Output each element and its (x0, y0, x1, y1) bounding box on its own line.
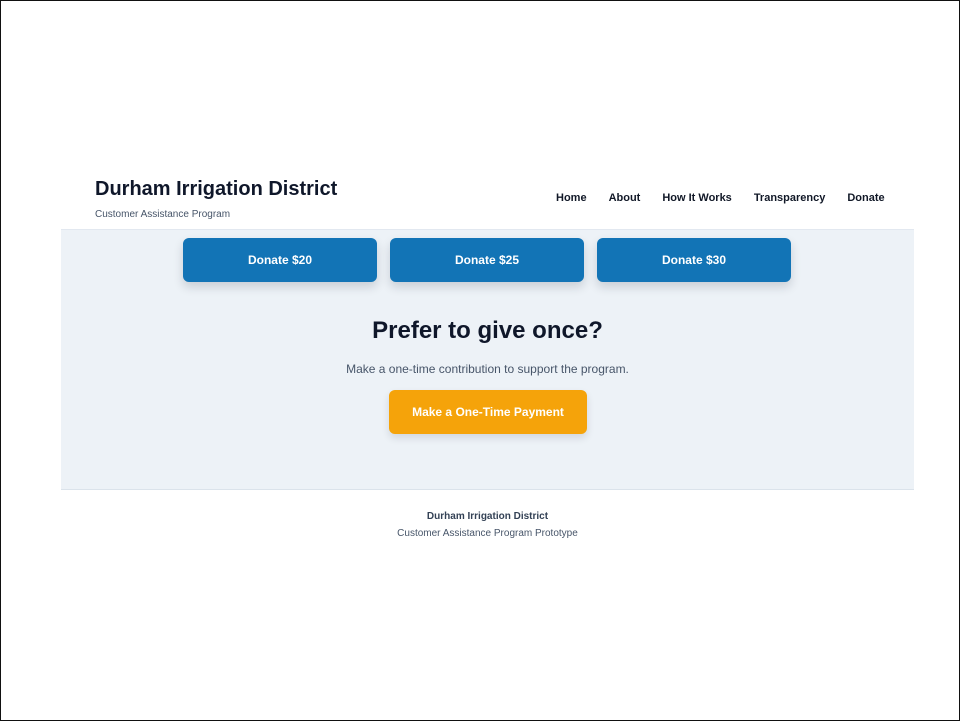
donate-30-button[interactable]: Donate $30 (597, 238, 791, 282)
one-time-description: Make a one-time contribution to support … (346, 362, 629, 376)
site-title: Durham Irrigation District (95, 178, 338, 200)
recurring-donation-options: Donate $20 Donate $25 Donate $30 (183, 238, 791, 282)
donate-20-button[interactable]: Donate $20 (183, 238, 377, 282)
site-subtitle: Customer Assistance Program (95, 209, 231, 220)
nav-about-link[interactable]: About (609, 192, 641, 204)
nav-home-link[interactable]: Home (556, 192, 587, 204)
nav-donate-link[interactable]: Donate (847, 192, 884, 204)
footer-subtitle: Customer Assistance Program Prototype (397, 528, 578, 539)
website-page: Durham Irrigation District Customer Assi… (61, 161, 914, 554)
site-footer: Durham Irrigation District Customer Assi… (61, 490, 914, 554)
nav-transparency-link[interactable]: Transparency (754, 192, 826, 204)
footer-title: Durham Irrigation District (426, 511, 549, 522)
donate-25-button[interactable]: Donate $25 (390, 238, 584, 282)
one-time-payment-button[interactable]: Make a One-Time Payment (389, 390, 587, 434)
browser-viewport: Durham Irrigation District Customer Assi… (0, 0, 960, 721)
donation-section: Donate $20 Donate $25 Donate $30 Prefer … (61, 229, 914, 490)
nav-how-it-works-link[interactable]: How It Works (662, 192, 731, 204)
main-navigation: Home About How It Works Transparency Don… (556, 192, 885, 204)
one-time-heading: Prefer to give once? (372, 317, 603, 344)
site-header: Durham Irrigation District Customer Assi… (61, 161, 914, 229)
